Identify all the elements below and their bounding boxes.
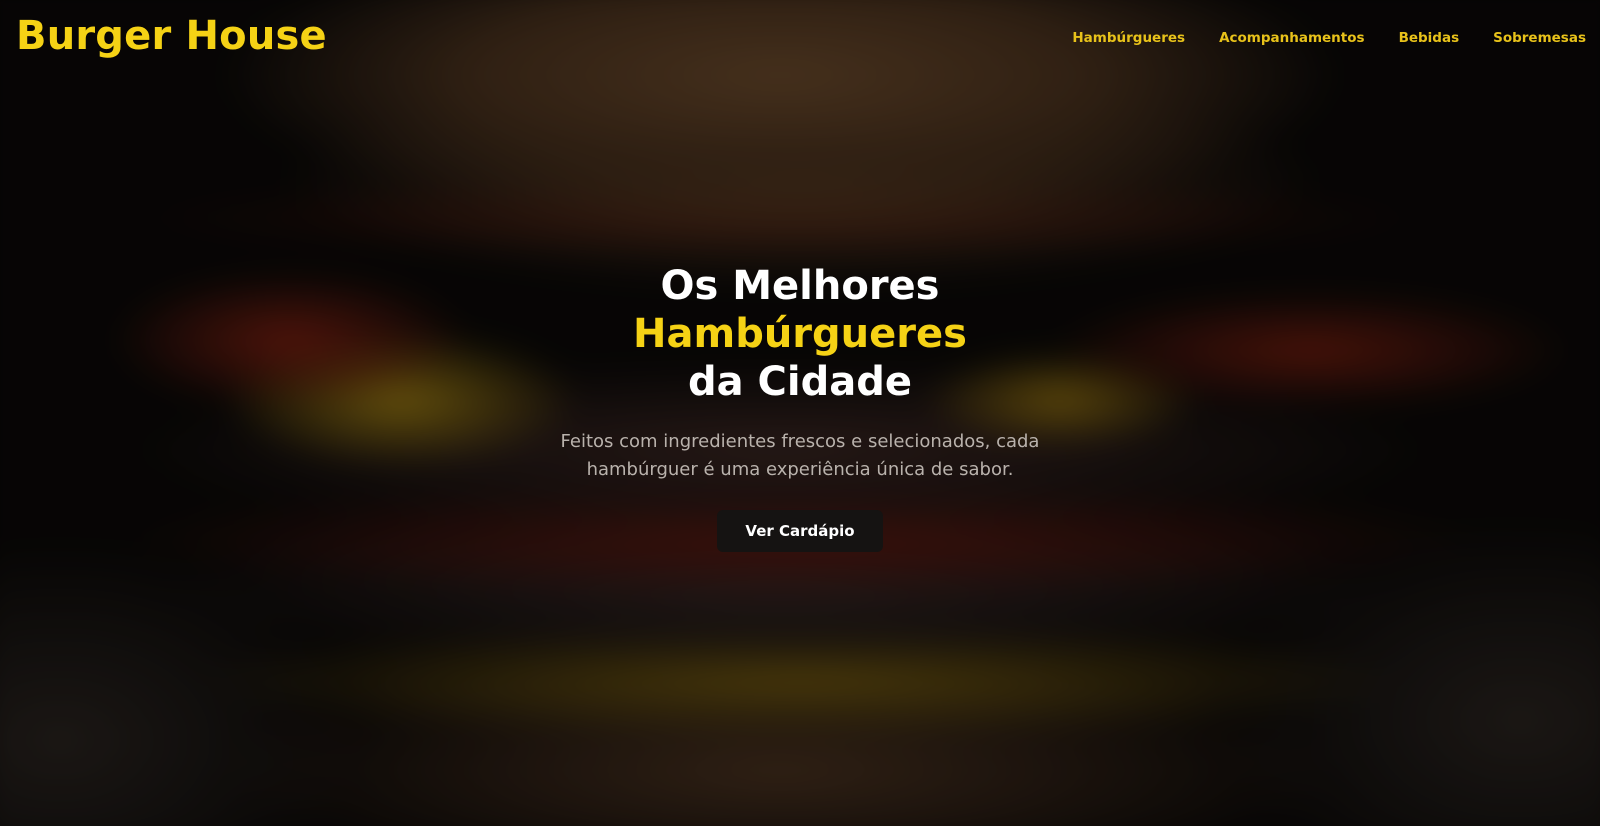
hero-subtitle: Feitos com ingredientes frescos e seleci… bbox=[560, 431, 1040, 480]
brand-logo[interactable]: Burger House bbox=[16, 14, 327, 58]
nav-link-acompanhamentos[interactable]: Acompanhamentos bbox=[1219, 30, 1365, 46]
hero-title-line1: Os Melhores bbox=[660, 263, 940, 309]
hero-title-line3: da Cidade bbox=[687, 359, 912, 405]
nav-link-sobremesas[interactable]: Sobremesas bbox=[1493, 30, 1586, 46]
nav-link-hamburgueres[interactable]: Hambúrgueres bbox=[1072, 30, 1185, 46]
nav-menu: Hambúrgueres Acompanhamentos Bebidas Sob… bbox=[1072, 30, 1586, 46]
page: Burger House Hambúrgueres Acompanhamento… bbox=[0, 0, 1600, 826]
view-menu-button[interactable]: Ver Cardápio bbox=[717, 510, 883, 552]
hero-section: Os Melhores Hambúrgueres da Cidade Feito… bbox=[0, 262, 1600, 552]
hero-title-highlight: Hambúrgueres bbox=[633, 311, 967, 357]
hero-title: Os Melhores Hambúrgueres da Cidade bbox=[0, 262, 1600, 406]
navbar: Burger House Hambúrgueres Acompanhamento… bbox=[0, 0, 1600, 84]
nav-link-bebidas[interactable]: Bebidas bbox=[1399, 30, 1460, 46]
